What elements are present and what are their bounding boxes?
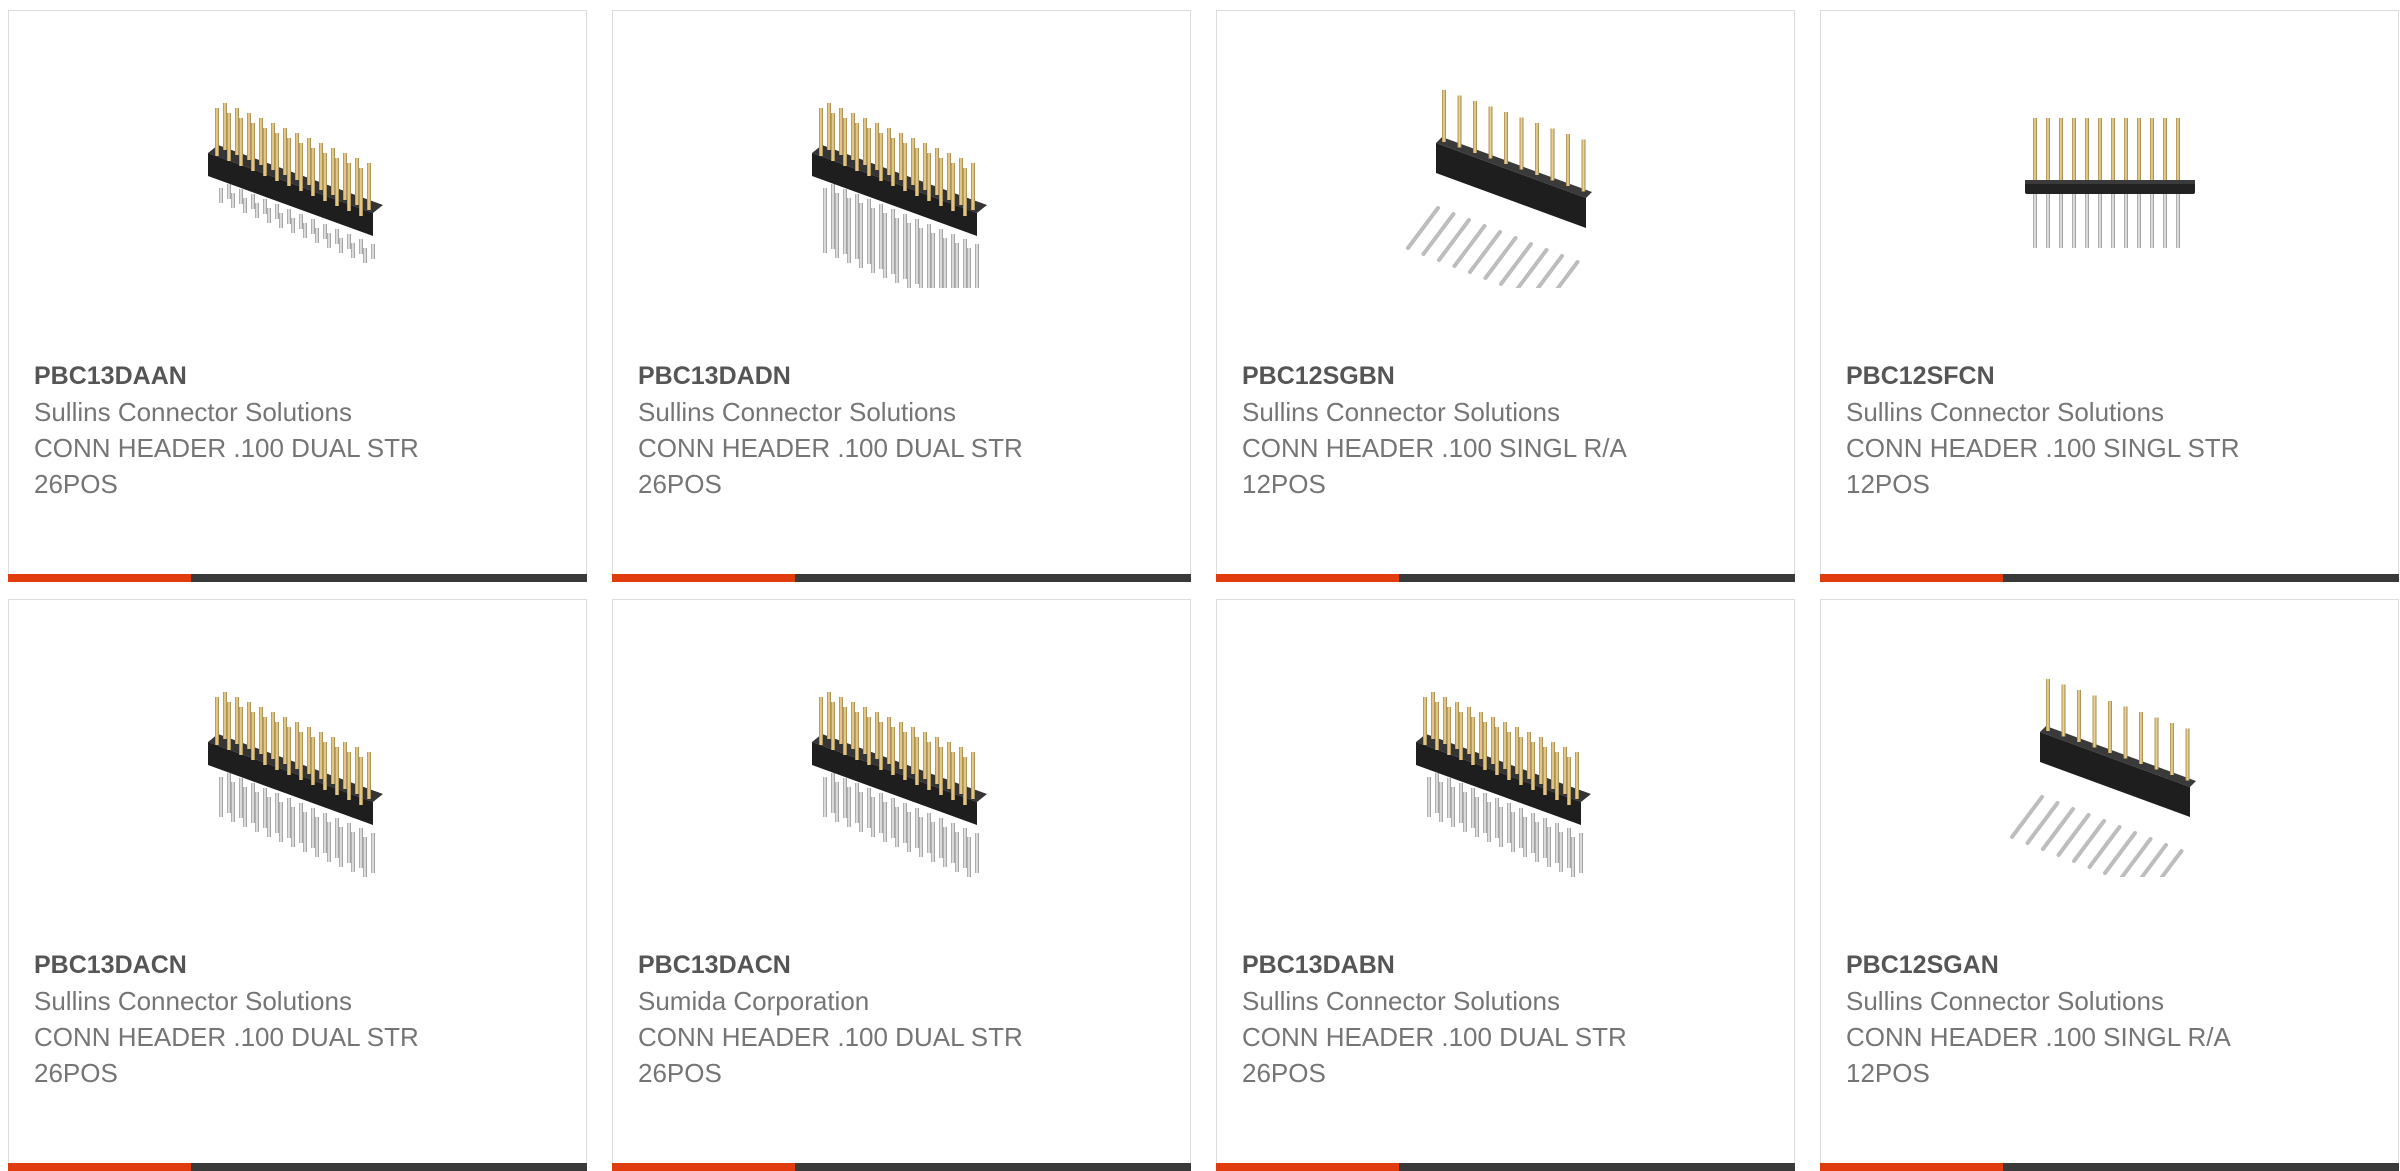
product-image[interactable] xyxy=(9,83,586,293)
product-card[interactable]: PBC12SFCN Sullins Connector Solutions CO… xyxy=(1820,10,2399,582)
manufacturer-name: Sullins Connector Solutions xyxy=(1846,397,2164,427)
product-image[interactable] xyxy=(1217,672,1794,882)
card-bottom-bar xyxy=(1820,1163,2399,1171)
product-description: CONN HEADER .100 DUAL STR 26POS xyxy=(638,1022,1023,1088)
manufacturer-name: Sullins Connector Solutions xyxy=(638,397,956,427)
product-description: CONN HEADER .100 SINGL R/A 12POS xyxy=(1242,433,1626,499)
product-image[interactable] xyxy=(613,672,1190,882)
product-card[interactable]: PBC12SGBN Sullins Connector Solutions CO… xyxy=(1216,10,1795,582)
product-card[interactable]: PBC13DAAN Sullins Connector Solutions CO… xyxy=(8,10,587,582)
manufacturer-name: Sullins Connector Solutions xyxy=(1242,397,1560,427)
single-row-right-angle-header-icon xyxy=(2009,679,2196,877)
card-bottom-bar xyxy=(612,1163,1191,1171)
part-number-link[interactable]: PBC13DACN xyxy=(34,947,566,983)
card-bottom-bar xyxy=(1820,574,2399,582)
product-description: CONN HEADER .100 SINGL STR 12POS xyxy=(1846,433,2240,499)
card-bottom-bar xyxy=(612,574,1191,582)
dual-row-straight-header-short-pins-icon xyxy=(207,103,383,263)
dual-row-straight-header-icon xyxy=(1415,692,1591,877)
product-description: CONN HEADER .100 DUAL STR 26POS xyxy=(34,433,419,499)
part-number-link[interactable]: PBC12SGBN xyxy=(1242,358,1774,394)
card-bottom-bar xyxy=(8,1163,587,1171)
product-description: CONN HEADER .100 DUAL STR 26POS xyxy=(638,433,1023,499)
manufacturer-name: Sumida Corporation xyxy=(638,986,870,1016)
product-description: CONN HEADER .100 SINGL R/A 12POS xyxy=(1846,1022,2230,1088)
product-image[interactable] xyxy=(1217,83,1794,293)
product-card[interactable]: PBC13DABN Sullins Connector Solutions CO… xyxy=(1216,599,1795,1171)
part-number-link[interactable]: PBC13DAAN xyxy=(34,358,566,394)
product-grid: PBC13DAAN Sullins Connector Solutions CO… xyxy=(0,0,2400,1171)
card-bottom-bar xyxy=(1216,1163,1795,1171)
manufacturer-name: Sullins Connector Solutions xyxy=(34,986,352,1016)
single-row-straight-header-icon xyxy=(2024,118,2195,248)
product-description: CONN HEADER .100 DUAL STR 26POS xyxy=(1242,1022,1627,1088)
dual-row-straight-header-long-pins-icon xyxy=(811,103,987,288)
dual-row-straight-header-icon xyxy=(811,692,987,877)
product-image[interactable] xyxy=(1821,83,2398,293)
card-bottom-bar xyxy=(8,574,587,582)
product-image[interactable] xyxy=(1821,672,2398,882)
dual-row-straight-header-icon xyxy=(207,692,383,877)
manufacturer-name: Sullins Connector Solutions xyxy=(1242,986,1560,1016)
part-number-link[interactable]: PBC12SGAN xyxy=(1846,947,2378,983)
single-row-right-angle-header-icon xyxy=(1405,90,1592,288)
part-number-link[interactable]: PBC13DABN xyxy=(1242,947,1774,983)
product-image[interactable] xyxy=(9,672,586,882)
product-card[interactable]: PBC12SGAN Sullins Connector Solutions CO… xyxy=(1820,599,2399,1171)
product-card[interactable]: PBC13DADN Sullins Connector Solutions CO… xyxy=(612,10,1191,582)
product-card[interactable]: PBC13DACN Sumida Corporation CONN HEADER… xyxy=(612,599,1191,1171)
product-description: CONN HEADER .100 DUAL STR 26POS xyxy=(34,1022,419,1088)
manufacturer-name: Sullins Connector Solutions xyxy=(1846,986,2164,1016)
card-bottom-bar xyxy=(1216,574,1795,582)
part-number-link[interactable]: PBC13DADN xyxy=(638,358,1170,394)
part-number-link[interactable]: PBC12SFCN xyxy=(1846,358,2378,394)
product-card[interactable]: PBC13DACN Sullins Connector Solutions CO… xyxy=(8,599,587,1171)
manufacturer-name: Sullins Connector Solutions xyxy=(34,397,352,427)
product-image[interactable] xyxy=(613,83,1190,293)
part-number-link[interactable]: PBC13DACN xyxy=(638,947,1170,983)
